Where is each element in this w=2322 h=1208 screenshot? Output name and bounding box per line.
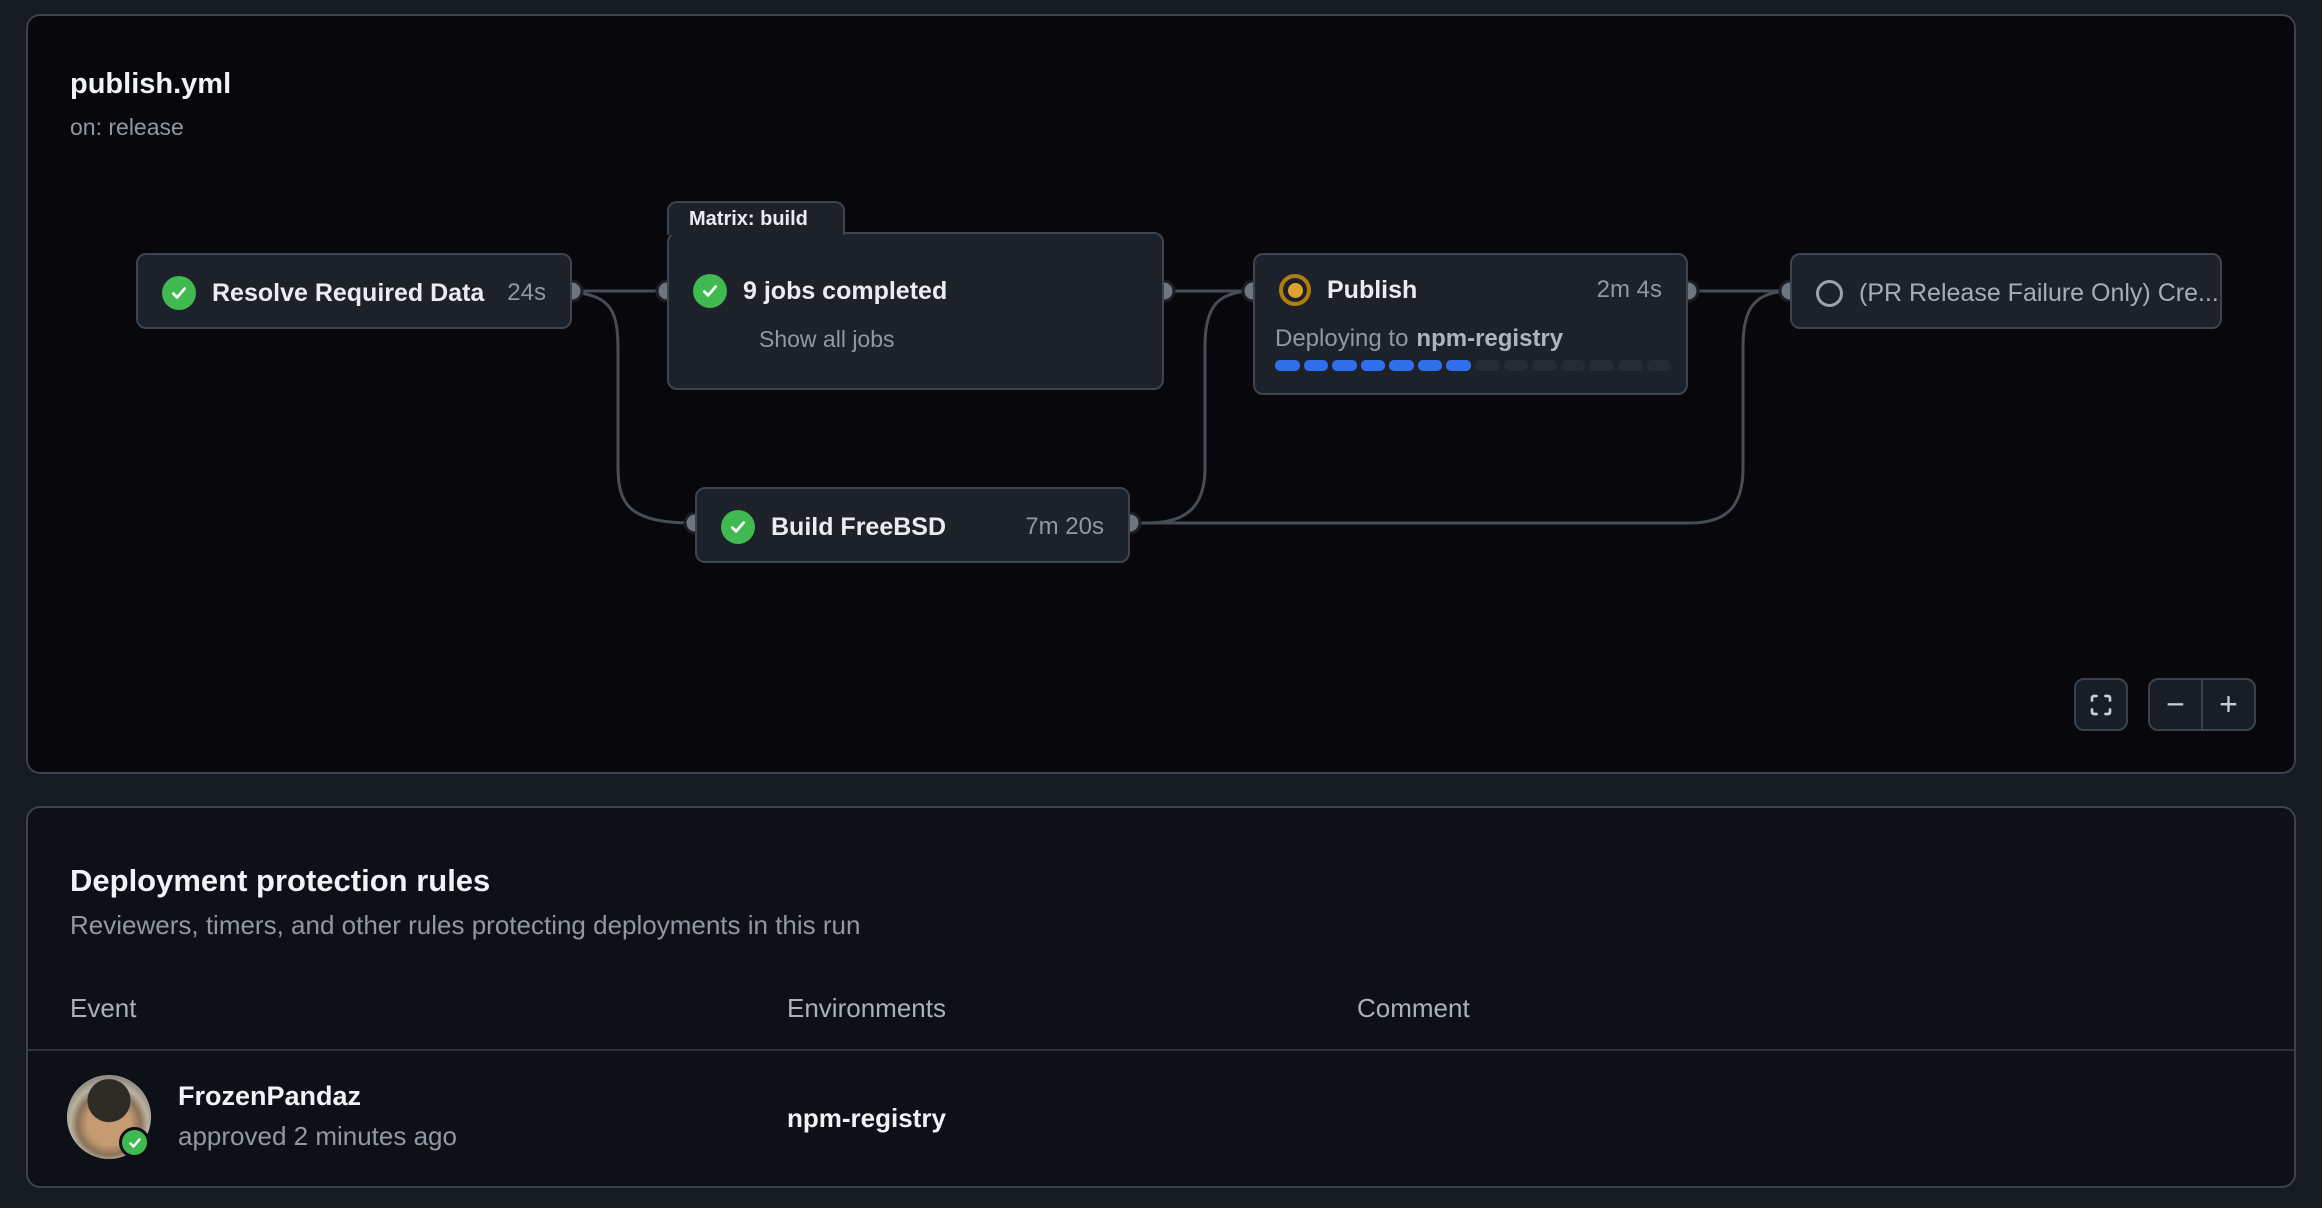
column-header-event: Event bbox=[70, 993, 137, 1024]
progress-segment bbox=[1504, 360, 1529, 371]
job-duration: 2m 4s bbox=[1597, 276, 1662, 304]
plus-icon: + bbox=[2219, 686, 2238, 723]
deploy-progress-bar bbox=[1275, 360, 1671, 371]
workflow-graph-panel: publish.yml on: release bbox=[26, 14, 2296, 774]
matrix-group-label: Matrix: build bbox=[689, 208, 808, 231]
workflow-trigger: on: release bbox=[70, 114, 184, 141]
progress-segment bbox=[1618, 360, 1643, 371]
show-all-jobs-link[interactable]: Show all jobs bbox=[759, 326, 895, 353]
rules-table-header: Event Environments Comment bbox=[28, 993, 2294, 1051]
progress-segment bbox=[1561, 360, 1586, 371]
deploy-environment: npm-registry bbox=[1416, 325, 1563, 353]
progress-segment bbox=[1389, 360, 1414, 371]
row-environment: npm-registry bbox=[787, 1103, 946, 1134]
column-header-environments: Environments bbox=[787, 993, 946, 1024]
job-node-label: Build FreeBSD bbox=[771, 513, 946, 542]
in-progress-icon bbox=[1279, 274, 1311, 306]
progress-segment bbox=[1304, 360, 1329, 371]
job-node-publish[interactable]: Publish 2m 4s Deploying to npm-registry bbox=[1253, 253, 1688, 395]
zoom-in-button[interactable]: + bbox=[2203, 680, 2254, 729]
job-node-label: Publish bbox=[1327, 276, 1417, 305]
fullscreen-icon bbox=[2089, 693, 2113, 717]
job-node-pr-release-failure[interactable]: (PR Release Failure Only) Cre... bbox=[1790, 253, 2222, 329]
deployment-protection-rules-panel: Deployment protection rules Reviewers, t… bbox=[26, 806, 2296, 1188]
approval-status-text: approved 2 minutes ago bbox=[178, 1121, 457, 1152]
rules-title: Deployment protection rules bbox=[70, 863, 490, 899]
job-duration: 24s bbox=[507, 279, 546, 307]
progress-segment bbox=[1532, 360, 1557, 371]
progress-segment bbox=[1475, 360, 1500, 371]
approver-username: FrozenPandaz bbox=[178, 1081, 361, 1112]
job-duration: 7m 20s bbox=[1025, 513, 1104, 541]
job-node-label: (PR Release Failure Only) Cre... bbox=[1859, 279, 2219, 308]
approved-check-badge bbox=[119, 1127, 150, 1158]
success-check-icon bbox=[162, 276, 196, 310]
job-node-build-freebsd[interactable]: Build FreeBSD 7m 20s bbox=[695, 487, 1130, 563]
zoom-out-button[interactable]: − bbox=[2150, 680, 2203, 729]
progress-segment bbox=[1275, 360, 1300, 371]
matrix-group-tab: Matrix: build bbox=[667, 201, 845, 235]
deploy-status-line: Deploying to npm-registry bbox=[1275, 325, 1563, 353]
fullscreen-button[interactable] bbox=[2074, 678, 2128, 731]
success-check-icon bbox=[721, 510, 755, 544]
progress-segment bbox=[1332, 360, 1357, 371]
job-node-label: 9 jobs completed bbox=[743, 277, 947, 306]
progress-segment bbox=[1647, 360, 1672, 371]
progress-segment bbox=[1446, 360, 1471, 371]
pending-circle-icon bbox=[1816, 280, 1843, 307]
deploy-prefix: Deploying to bbox=[1275, 325, 1408, 353]
progress-segment bbox=[1361, 360, 1386, 371]
job-node-label: Resolve Required Data bbox=[212, 279, 484, 308]
rules-subtitle: Reviewers, timers, and other rules prote… bbox=[70, 910, 860, 941]
column-header-comment: Comment bbox=[1357, 993, 1470, 1024]
workflow-title: publish.yml bbox=[70, 68, 231, 101]
zoom-controls: − + bbox=[2148, 678, 2256, 731]
minus-icon: − bbox=[2166, 686, 2185, 723]
job-node-matrix-build[interactable]: 9 jobs completed Show all jobs bbox=[667, 232, 1164, 390]
progress-segment bbox=[1589, 360, 1614, 371]
job-node-resolve-required-data[interactable]: Resolve Required Data 24s bbox=[136, 253, 572, 329]
progress-segment bbox=[1418, 360, 1443, 371]
table-row: FrozenPandaz approved 2 minutes ago npm-… bbox=[28, 1051, 2294, 1188]
success-check-icon bbox=[693, 274, 727, 308]
